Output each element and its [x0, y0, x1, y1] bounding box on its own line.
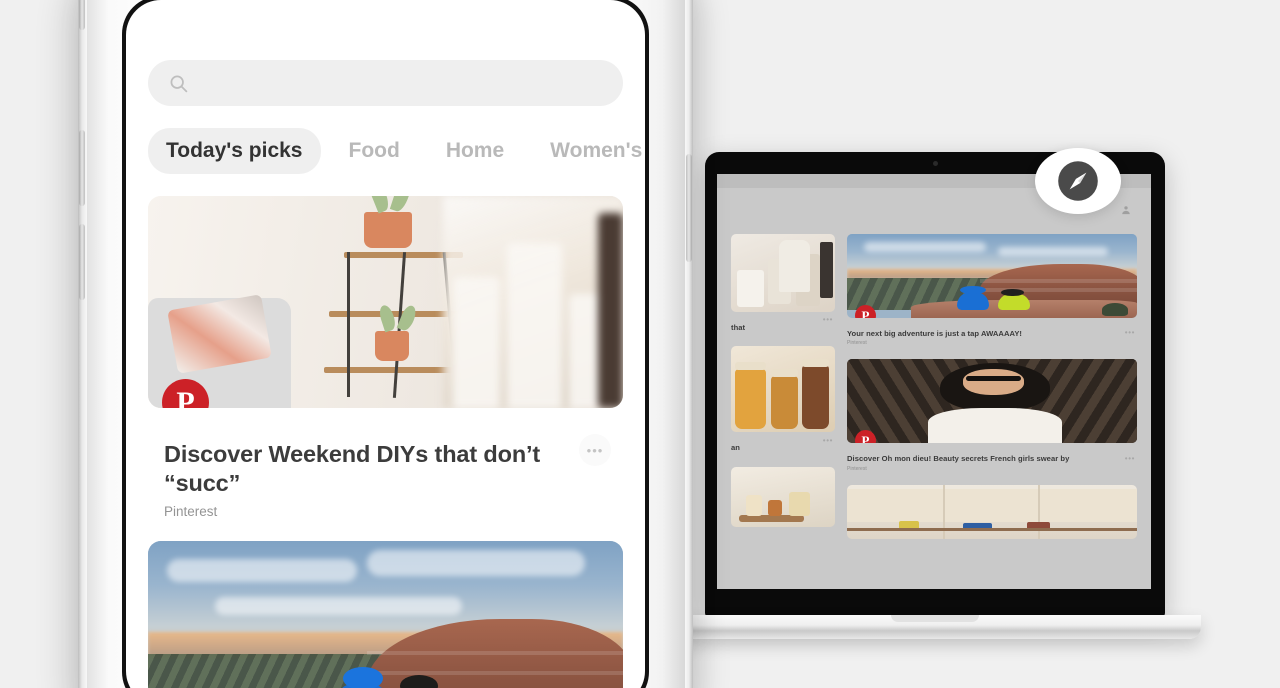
pin-overflow-icon[interactable]: ••• — [823, 315, 833, 324]
person-icon[interactable] — [1121, 204, 1131, 216]
pin-title: that — [731, 323, 746, 332]
pin-source: Pinterest — [847, 340, 867, 347]
pin-overflow-icon[interactable]: ••• — [579, 434, 611, 466]
laptop-base — [669, 615, 1201, 639]
laptop-pin-grid: that ••• an ••• P Your next big adventur… — [717, 234, 1151, 589]
laptop-pin-card[interactable]: that ••• — [731, 234, 835, 333]
phone-feed-scroll[interactable]: Today's picks Food Home Women's P Discov… — [126, 0, 645, 688]
pin-overflow-icon[interactable]: ••• — [1125, 454, 1135, 463]
power-button[interactable] — [686, 154, 692, 262]
tab-womens[interactable]: Women's — [532, 128, 645, 174]
tab-todays-picks[interactable]: Today's picks — [148, 128, 321, 174]
pin-overflow-icon[interactable]: ••• — [823, 436, 833, 445]
pin-image[interactable] — [731, 234, 835, 312]
pin-image[interactable] — [847, 484, 1137, 539]
laptop-pin-card[interactable]: an ••• — [731, 346, 835, 453]
laptop-camera-icon — [932, 161, 938, 166]
pin-card[interactable]: P Discover Weekend DIYs that don’t “succ… — [148, 196, 623, 519]
pin-title: an — [731, 443, 740, 453]
pin-title: Discover Weekend DIYs that don’t “succ” — [164, 441, 541, 496]
pin-source: Pinterest — [164, 504, 218, 520]
category-tab-bar[interactable]: Today's picks Food Home Women's — [148, 128, 642, 174]
silent-switch-button[interactable] — [79, 0, 85, 30]
pin-image[interactable]: P — [148, 196, 623, 408]
phone-screen: Today's picks Food Home Women's P Discov… — [126, 0, 645, 688]
laptop-column-main: P Your next big adventure is just a tap … — [847, 234, 1137, 589]
volume-up-button[interactable] — [79, 130, 85, 206]
laptop-mockup: that ••• an ••• P Your next big adventur… — [669, 148, 1201, 639]
pin-title: Your next big adventure is just a tap AW… — [847, 329, 1023, 338]
compass-icon — [1058, 161, 1098, 201]
pin-image[interactable]: P — [847, 234, 1137, 318]
pinterest-badge-icon: P — [855, 430, 876, 444]
pin-image[interactable] — [731, 346, 835, 433]
search-icon — [170, 75, 188, 92]
smartphone-mockup: Today's picks Food Home Women's P Discov… — [78, 0, 693, 688]
pin-title: Discover Oh mon dieu! Beauty secrets Fre… — [847, 454, 1070, 464]
pin-card[interactable]: P — [148, 541, 623, 688]
laptop-base-notch — [891, 615, 979, 622]
laptop-pin-card[interactable]: P Your next big adventure is just a tap … — [847, 234, 1137, 346]
volume-down-button[interactable] — [79, 224, 85, 300]
pin-overflow-icon[interactable]: ••• — [1125, 328, 1135, 337]
laptop-screen: that ••• an ••• P Your next big adventur… — [717, 174, 1151, 589]
search-input[interactable] — [199, 74, 603, 92]
laptop-pin-card[interactable] — [731, 466, 835, 527]
tab-home[interactable]: Home — [428, 128, 522, 174]
tab-food[interactable]: Food — [331, 128, 418, 174]
search-bar[interactable] — [148, 60, 623, 106]
pin-image[interactable]: P — [148, 541, 623, 688]
browser-badge[interactable] — [1035, 148, 1121, 214]
phone-right-rail — [685, 0, 693, 688]
phone-left-rail — [78, 0, 87, 688]
pin-source: Pinterest — [847, 465, 867, 472]
laptop-pin-card[interactable] — [847, 484, 1137, 539]
pin-image[interactable]: P — [847, 359, 1137, 444]
pin-meta: Discover Weekend DIYs that don’t “succ” … — [148, 408, 623, 519]
pin-image[interactable] — [731, 466, 835, 527]
phone-bezel: Today's picks Food Home Women's P Discov… — [122, 0, 649, 688]
laptop-column-left: that ••• an ••• — [731, 234, 835, 589]
laptop-pin-card[interactable]: P Discover Oh mon dieu! Beauty secrets F… — [847, 359, 1137, 472]
